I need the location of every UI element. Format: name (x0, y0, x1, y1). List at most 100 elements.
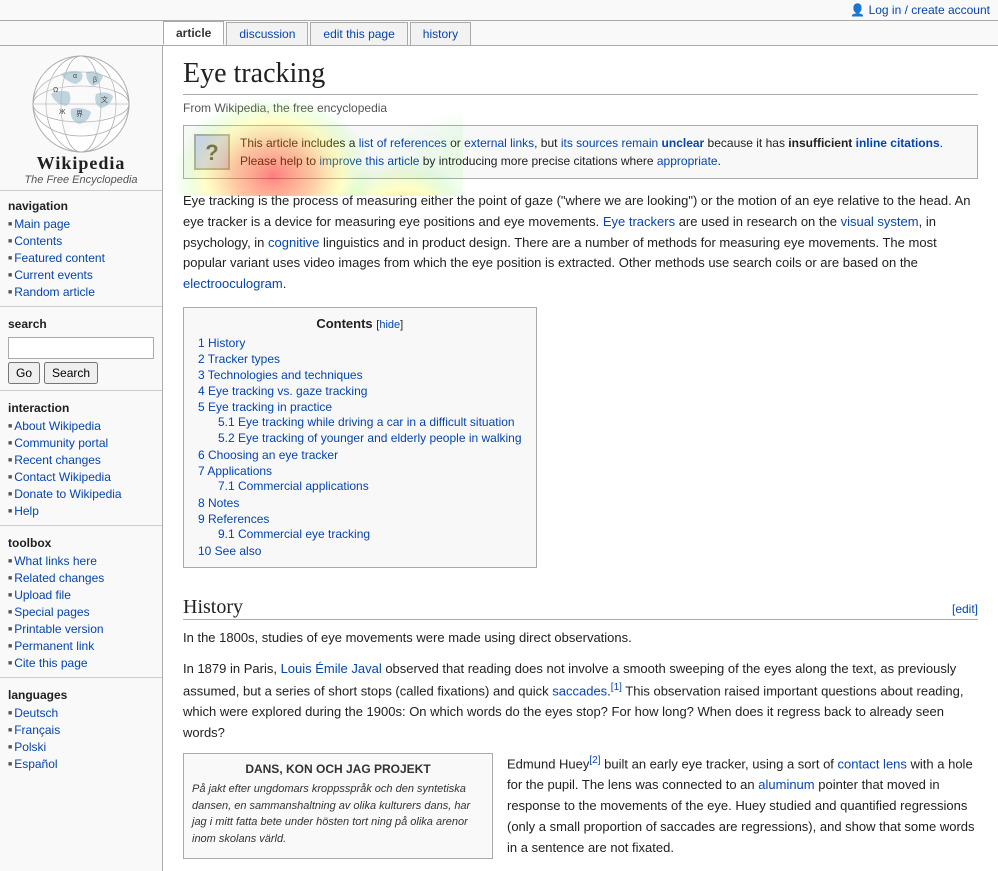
toc-hide-label: [hide] (376, 319, 403, 331)
toc-hide-link[interactable]: hide (379, 319, 400, 331)
toc-9-1[interactable]: 9.1 Commercial eye tracking (218, 527, 370, 541)
toc-sub-5: 5.1 Eye tracking while driving a car in … (198, 414, 522, 446)
lang-deutsch[interactable]: Deutsch (14, 706, 58, 720)
sidebar-community[interactable]: Community portal (14, 436, 108, 450)
toolbox-what-links[interactable]: What links here (14, 554, 97, 568)
toc-3[interactable]: 3 Technologies and techniques (198, 368, 363, 382)
tab-edit[interactable]: edit this page (310, 22, 407, 45)
nav-contents[interactable]: Contents (14, 234, 62, 248)
contact-lens-link[interactable]: contact lens (838, 757, 907, 772)
toc-title: Contents [hide] (198, 316, 522, 331)
tab-discussion[interactable]: discussion (226, 22, 308, 45)
lang-polski[interactable]: Polski (14, 740, 46, 754)
languages-title: languages (0, 684, 162, 704)
intro-link-visual[interactable]: visual system (841, 214, 919, 229)
login-link[interactable]: Log in / create account (869, 3, 990, 17)
languages-section: languages Deutsch Français Polski Españo… (0, 680, 162, 776)
toc-10[interactable]: 10 See also (198, 544, 261, 558)
logo-area: Ω α β 文 界 Ж Wikipedia The Free Encyclope… (0, 46, 162, 191)
saccades-link[interactable]: saccades (552, 683, 607, 698)
sidebar-donate[interactable]: Donate to Wikipedia (14, 487, 121, 501)
logo-subtitle: The Free Encyclopedia (4, 174, 158, 186)
interaction-section: interaction About Wikipedia Community po… (0, 393, 162, 523)
lang-espanol[interactable]: Español (14, 757, 57, 771)
toolbox-section: toolbox What links here Related changes … (0, 528, 162, 675)
nav-title: navigation (0, 195, 162, 215)
sidebar: Ω α β 文 界 Ж Wikipedia The Free Encyclope… (0, 46, 163, 871)
sidebar-contact[interactable]: Contact Wikipedia (14, 470, 111, 484)
intro-link-electrooculogram[interactable]: electrooculogram (183, 276, 283, 291)
search-input[interactable] (8, 337, 154, 359)
ref-2[interactable]: [2] (589, 755, 600, 766)
nav-current-events[interactable]: Current events (14, 268, 93, 282)
from-line: From Wikipedia, the free encyclopedia (183, 101, 978, 115)
search-title: search (8, 313, 154, 333)
svg-text:文: 文 (101, 95, 108, 104)
history-title-text: History (183, 596, 243, 619)
toc-list: 1 History 2 Tracker types 3 Technologies… (198, 335, 522, 559)
toolbox-special[interactable]: Special pages (14, 605, 89, 619)
toolbox-title: toolbox (0, 532, 162, 552)
book-title: DANS, KON OCH JAG PROJEKT (192, 760, 484, 778)
nav-main-page[interactable]: Main page (14, 217, 70, 231)
aluminum-link[interactable]: aluminum (758, 777, 814, 792)
interaction-list: About Wikipedia Community portal Recent … (0, 417, 162, 519)
history-section-title: History [edit] (183, 596, 978, 620)
notice-link-sources[interactable]: its sources remain unclear (561, 136, 704, 150)
intro-link-cognitive[interactable]: cognitive (268, 235, 319, 250)
notice-link-appropriate[interactable]: appropriate (657, 154, 718, 168)
search-go-button[interactable]: Go (8, 362, 40, 384)
notice-link-improve[interactable]: improve this article (319, 154, 419, 168)
toc-6[interactable]: 6 Choosing an eye tracker (198, 448, 338, 462)
toc-5-2[interactable]: 5.2 Eye tracking of younger and elderly … (218, 431, 522, 445)
sidebar-about[interactable]: About Wikipedia (14, 419, 101, 433)
toc-box: Contents [hide] 1 History 2 Tracker type… (183, 307, 537, 568)
main-content: Eye tracking From Wikipedia, the free en… (163, 46, 998, 871)
toolbox-cite[interactable]: Cite this page (14, 656, 87, 670)
tab-article[interactable]: article (163, 21, 224, 45)
toc-5[interactable]: 5 Eye tracking in practice (198, 400, 332, 414)
toolbox-printable[interactable]: Printable version (14, 622, 103, 636)
toc-4[interactable]: 4 Eye tracking vs. gaze tracking (198, 384, 367, 398)
book-box: DANS, KON OCH JAG PROJEKT På jakt efter … (183, 753, 493, 858)
notice-icon: ? (194, 134, 230, 170)
tab-history[interactable]: history (410, 22, 471, 45)
sidebar-recent[interactable]: Recent changes (14, 453, 101, 467)
huey-text: Edmund Huey[2] built an early eye tracke… (507, 753, 978, 858)
svg-text:Ж: Ж (59, 109, 66, 116)
notice-link-ext[interactable]: external links (464, 136, 534, 150)
toolbox-related-changes[interactable]: Related changes (14, 571, 104, 585)
toc-sub-7: 7.1 Commercial applications (198, 478, 522, 494)
svg-text:α: α (73, 73, 77, 80)
toolbox-permanent[interactable]: Permanent link (14, 639, 94, 653)
toc-7-1[interactable]: 7.1 Commercial applications (218, 479, 369, 493)
toc-1[interactable]: 1 History (198, 336, 245, 350)
page-title: Eye tracking (183, 58, 978, 95)
user-icon: 👤 (850, 3, 865, 17)
wikipedia-globe: Ω α β 文 界 Ж (31, 54, 131, 154)
ref-1[interactable]: [1] (611, 682, 622, 693)
javal-link[interactable]: Louis Émile Javal (281, 661, 382, 676)
toc-9[interactable]: 9 References (198, 512, 269, 526)
toc-2[interactable]: 2 Tracker types (198, 352, 280, 366)
nav-featured[interactable]: Featured content (14, 251, 105, 265)
history-edit-link[interactable]: [edit] (952, 602, 978, 616)
top-bar: 👤 Log in / create account (0, 0, 998, 21)
notice-link-refs[interactable]: list of references (359, 136, 447, 150)
toc-5-1[interactable]: 5.1 Eye tracking while driving a car in … (218, 415, 515, 429)
toc-8[interactable]: 8 Notes (198, 496, 239, 510)
toolbox-upload[interactable]: Upload file (14, 588, 71, 602)
notice-link-inline[interactable]: inline citations (856, 136, 940, 150)
history-para2: In 1879 in Paris, Louis Émile Javal obse… (183, 659, 978, 744)
intro-paragraph: Eye tracking is the process of measuring… (183, 191, 978, 295)
nav-section: navigation Main page Contents Featured c… (0, 191, 162, 304)
logo-title: Wikipedia (4, 154, 158, 174)
search-button[interactable]: Search (44, 362, 98, 384)
intro-link-trackers[interactable]: Eye trackers (603, 214, 675, 229)
nav-random[interactable]: Random article (14, 285, 95, 299)
notice-box: ? This article includes a list of refere… (183, 125, 978, 179)
sidebar-help[interactable]: Help (14, 504, 39, 518)
svg-text:界: 界 (76, 110, 83, 118)
lang-francais[interactable]: Français (14, 723, 60, 737)
toc-7[interactable]: 7 Applications (198, 464, 272, 478)
